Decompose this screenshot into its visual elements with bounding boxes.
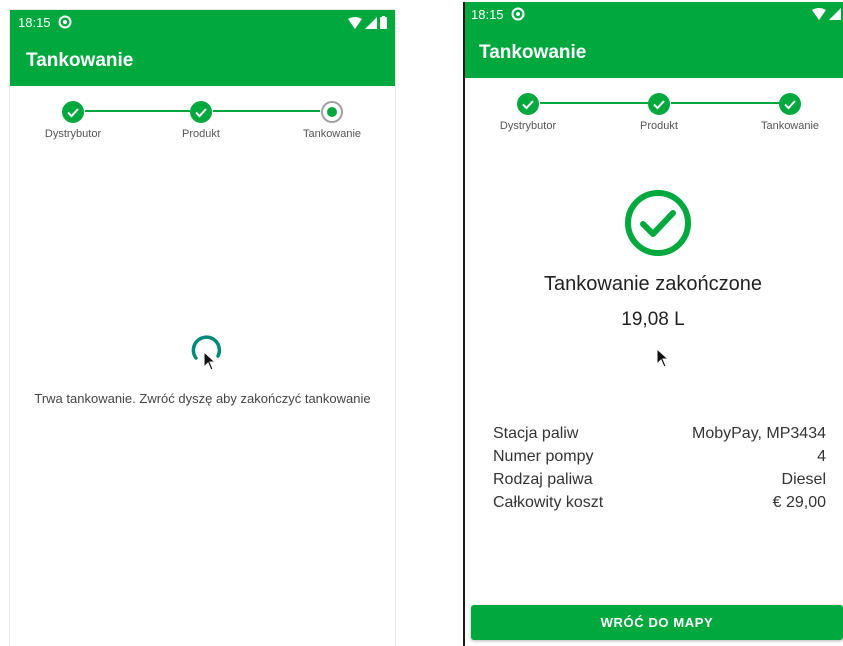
detail-value: € 29,00: [772, 494, 826, 511]
status-time: 18:15: [18, 15, 51, 30]
detail-label: Całkowity koszt: [493, 494, 604, 511]
mouse-cursor-icon: [203, 351, 217, 371]
wifi-icon: [348, 16, 362, 29]
step-label: Dystrybutor: [499, 120, 557, 132]
detail-row-station: Stacja paliw MobyPay, MP3434: [493, 422, 826, 445]
signal-icon: [829, 8, 841, 20]
status-bar: 18:15: [463, 2, 843, 28]
refueling-complete-screen: 18:15 Tankowanie Dystrybutor Produkt Tan…: [463, 2, 843, 646]
back-to-map-button[interactable]: WRÓĆ DO MAPY: [471, 605, 843, 640]
app-notification-icon: [58, 15, 72, 29]
step-connector: [540, 102, 659, 104]
detail-row-total-cost: Całkowity koszt € 29,00: [493, 491, 826, 514]
step-connector: [85, 110, 201, 112]
detail-label: Numer pompy: [493, 448, 594, 465]
transaction-details: Stacja paliw MobyPay, MP3434 Numer pompy…: [493, 422, 826, 514]
step-connector: [213, 110, 320, 112]
app-notification-icon: [511, 7, 525, 21]
step-label: Produkt: [640, 120, 678, 132]
detail-value: MobyPay, MP3434: [692, 425, 826, 442]
refueling-progress-message: Trwa tankowanie. Zwróć dyszę aby zakończ…: [34, 391, 371, 406]
battery-icon: [380, 16, 387, 29]
step-label: Tankowanie: [760, 120, 820, 132]
page-title: Tankowanie: [26, 50, 134, 71]
detail-value: Diesel: [781, 471, 826, 488]
step-done-check-icon: [517, 93, 539, 115]
progress-stepper: Dystrybutor Produkt Tankowanie: [463, 88, 843, 138]
detail-label: Stacja paliw: [493, 425, 579, 442]
status-time: 18:15: [471, 7, 504, 22]
wifi-icon: [812, 8, 826, 20]
refueling-in-progress-screen: 18:15 Tankowanie Dystrybutor Produkt Tan…: [10, 10, 395, 646]
step-label: Produkt: [182, 128, 220, 140]
step-done-check-icon: [190, 101, 212, 123]
step-label: Tankowanie: [302, 128, 362, 140]
detail-value: 4: [817, 448, 826, 465]
mouse-cursor-icon: [656, 348, 670, 368]
page-title: Tankowanie: [479, 42, 587, 63]
status-bar: 18:15: [10, 10, 395, 36]
step-done-check-icon: [779, 93, 801, 115]
detail-label: Rodzaj paliwa: [493, 471, 593, 488]
completion-title: Tankowanie zakończone: [544, 273, 762, 295]
signal-icon: [365, 16, 377, 29]
step-active-radio-icon: [321, 101, 343, 123]
fuel-volume: 19,08 L: [621, 309, 685, 330]
app-bar: Tankowanie: [10, 36, 395, 86]
detail-row-fuel-type: Rodzaj paliwa Diesel: [493, 468, 826, 491]
step-label: Dystrybutor: [44, 128, 102, 140]
success-check-circle-icon: [625, 190, 691, 256]
step-done-check-icon: [62, 101, 84, 123]
step-connector: [671, 102, 790, 104]
step-done-check-icon: [648, 93, 670, 115]
app-bar: Tankowanie: [463, 28, 843, 78]
progress-stepper: Dystrybutor Produkt Tankowanie: [10, 96, 395, 146]
detail-row-pump: Numer pompy 4: [493, 445, 826, 468]
